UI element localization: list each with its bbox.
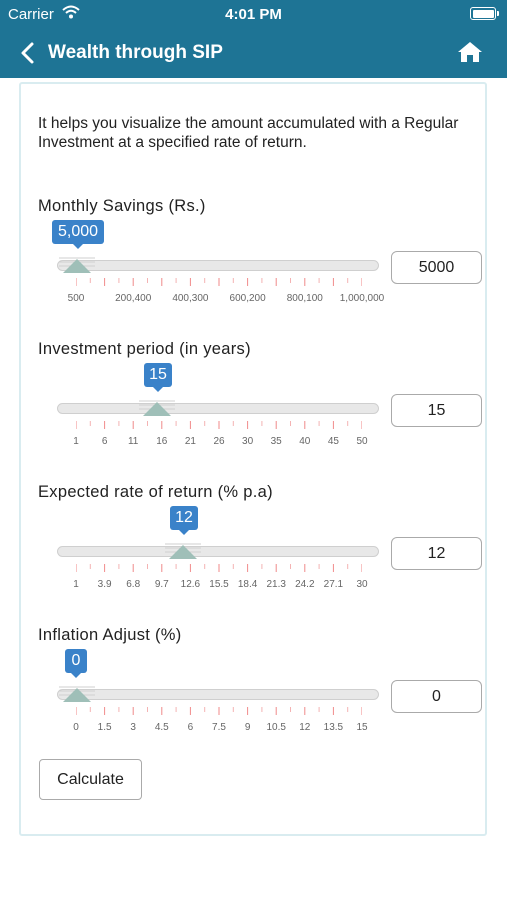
tick-label: 30 (242, 436, 254, 447)
rate-of-return-ticks (76, 564, 362, 572)
monthly-savings-tick-labels: 500 200,400 400,300 600,200 800,100 1,000,000 (68, 293, 385, 307)
tick-label: 1,000,000 (339, 293, 385, 304)
monthly-savings-slider[interactable] (57, 260, 379, 271)
tick-label: 16 (156, 436, 168, 447)
investment-period-label: Investment period (in years) (38, 340, 251, 358)
back-chevron-icon[interactable] (18, 41, 38, 65)
rate-of-return-label: Expected rate of return (% p.a) (38, 483, 273, 501)
investment-period-thumb[interactable] (137, 398, 177, 418)
battery-icon (470, 7, 499, 20)
rate-of-return-slider[interactable] (57, 546, 379, 557)
tick-label: 10.5 (266, 722, 286, 733)
tick-label: 3 (130, 722, 136, 733)
investment-period-bubble: 15 (144, 363, 172, 392)
inflation-adjust-tick-labels: 0 1.5 3 4.5 6 7.5 9 10.5 12 13.5 15 (73, 722, 367, 736)
inflation-adjust-slider[interactable] (57, 689, 379, 700)
tick-label: 26 (213, 436, 225, 447)
investment-period-ticks (76, 421, 362, 429)
rate-of-return-thumb[interactable] (163, 541, 203, 561)
tick-label: 200,400 (115, 293, 152, 304)
tick-label: 12.6 (180, 579, 201, 590)
tick-label: 35 (270, 436, 282, 447)
tick-label: 500 (67, 293, 85, 304)
tick-label: 11 (127, 436, 139, 447)
tick-label: 12 (299, 722, 311, 733)
tick-label: 18.4 (237, 579, 258, 590)
tick-label: 13.5 (323, 722, 344, 733)
tick-label: 30 (356, 579, 368, 590)
rate-of-return-bubble: 12 (170, 506, 198, 535)
tick-label: 9 (244, 722, 251, 733)
tick-label: 400,300 (172, 293, 209, 304)
investment-period-tick-labels: 1 6 11 16 21 26 30 35 40 45 50 (73, 436, 367, 450)
monthly-savings-input[interactable]: 5000 (391, 251, 482, 284)
inflation-adjust-ticks (76, 707, 362, 715)
clock: 4:01 PM (225, 6, 282, 23)
tick-label: 600,200 (229, 293, 266, 304)
status-bar: Carrier 4:01 PM (0, 0, 507, 28)
tick-label: 6 (101, 436, 108, 447)
page-title: Wealth through SIP (48, 42, 223, 63)
investment-period-slider[interactable] (57, 403, 379, 414)
inflation-adjust-input[interactable]: 0 (391, 680, 482, 713)
inflation-adjust-bubble: 0 (65, 649, 87, 678)
monthly-savings-ticks (76, 278, 362, 286)
tick-label: 800,100 (286, 293, 323, 304)
tick-label: 27.1 (323, 579, 344, 590)
monthly-savings-label: Monthly Savings (Rs.) (38, 197, 206, 215)
calculate-button[interactable]: Calculate (39, 759, 142, 800)
tick-label: 45 (327, 436, 339, 447)
tick-label: 50 (356, 436, 368, 447)
tick-label: 1 (73, 579, 79, 590)
tick-label: 1 (73, 436, 79, 447)
tick-label: 1.5 (97, 722, 112, 733)
rate-of-return-input[interactable]: 12 (391, 537, 482, 570)
rate-of-return-tick-labels: 1 3.9 6.8 9.7 12.6 15.5 18.4 21.3 24.2 27.1 30 (73, 579, 367, 593)
tick-label: 0 (73, 722, 79, 733)
nav-bar: Wealth through SIP (0, 28, 507, 78)
tick-label: 15 (356, 722, 368, 733)
home-icon[interactable] (457, 40, 483, 64)
investment-period-input[interactable]: 15 (391, 394, 482, 427)
inflation-adjust-label: Inflation Adjust (%) (38, 626, 182, 644)
tick-label: 6.8 (126, 579, 141, 590)
inflation-adjust-thumb[interactable] (57, 684, 97, 704)
tick-label: 21 (184, 436, 196, 447)
monthly-savings-bubble: 5,000 (52, 220, 104, 249)
tick-label: 15.5 (209, 579, 229, 590)
tick-label: 21.3 (266, 579, 286, 590)
tick-label: 9.7 (154, 579, 169, 590)
tick-label: 3.9 (97, 579, 112, 590)
tick-label: 24.2 (295, 579, 315, 590)
tick-label: 6 (187, 722, 194, 733)
tick-label: 40 (299, 436, 311, 447)
intro-text: It helps you visualize the amount accumu… (38, 115, 459, 151)
monthly-savings-thumb[interactable] (57, 255, 97, 275)
tick-label: 4.5 (154, 722, 169, 733)
tick-label: 7.5 (212, 722, 226, 733)
